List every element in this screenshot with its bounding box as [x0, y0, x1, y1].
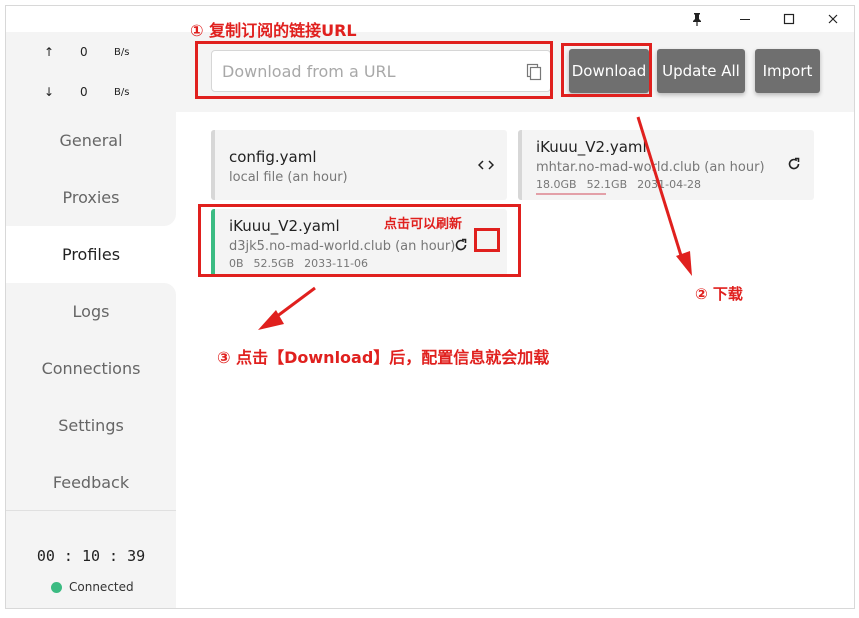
- annotation-box-download: [561, 43, 652, 97]
- sidebar-item-profiles[interactable]: Profiles: [6, 226, 176, 283]
- minimize-icon[interactable]: [727, 6, 763, 32]
- maximize-icon[interactable]: [771, 6, 807, 32]
- profile-total: 52.1GB: [586, 178, 628, 191]
- connection-label: Connected: [69, 580, 134, 594]
- card-indicator: [211, 130, 215, 200]
- download-arrow-icon: ↓: [44, 85, 55, 99]
- profile-meta: 18.0GB 52.1GB 2031-04-28: [536, 178, 701, 191]
- annotation-box-profile: [198, 204, 521, 277]
- sidebar-divider: [6, 510, 176, 511]
- refresh-icon[interactable]: [784, 154, 804, 174]
- upload-value: 0: [80, 45, 88, 59]
- pin-icon[interactable]: [679, 6, 715, 32]
- code-icon[interactable]: [476, 155, 496, 175]
- profile-name: iKuuu_V2.yaml: [536, 138, 647, 156]
- profile-subtitle: mhtar.no-mad-world.club (an hour): [536, 160, 765, 175]
- profile-used: 18.0GB: [536, 178, 577, 191]
- close-icon[interactable]: [815, 6, 851, 32]
- upload-speed: ↑ 0 B/s: [44, 45, 129, 59]
- download-unit: B/s: [114, 86, 130, 98]
- annotation-refresh-hint: 点击可以刷新: [384, 217, 463, 232]
- annotation-box-refresh: [474, 228, 500, 252]
- sidebar: ↑ 0 B/s ↓ 0 B/s General Proxies Profiles…: [6, 32, 176, 608]
- card-indicator: [518, 130, 522, 200]
- download-speed: ↓ 0 B/s: [44, 85, 129, 99]
- sidebar-item-proxies[interactable]: Proxies: [6, 169, 176, 226]
- uptime-timer: 00 : 10 : 39: [36, 547, 146, 565]
- profile-subtitle: local file (an hour): [229, 170, 348, 185]
- annotation-step1: ① 复制订阅的链接URL: [190, 21, 357, 40]
- update-all-button[interactable]: Update All: [657, 49, 745, 93]
- status-dot-icon: [51, 581, 62, 593]
- annotation-step2: ② 下载: [695, 285, 743, 303]
- profile-card-ikuuu-1[interactable]: iKuuu_V2.yaml mhtar.no-mad-world.club (a…: [518, 130, 814, 200]
- profile-expire: 2031-04-28: [637, 178, 702, 191]
- annotation-step3: ③ 点击【Download】后，配置信息就会加载: [217, 348, 550, 367]
- upload-arrow-icon: ↑: [44, 45, 55, 59]
- download-value: 0: [80, 85, 88, 99]
- sidebar-nav: General Proxies Profiles Logs Connection…: [6, 112, 176, 511]
- profile-card-config[interactable]: config.yaml local file (an hour): [211, 130, 507, 200]
- sidebar-item-settings[interactable]: Settings: [6, 397, 176, 454]
- sidebar-item-logs[interactable]: Logs: [6, 283, 176, 340]
- import-button[interactable]: Import: [755, 49, 820, 93]
- profile-name: config.yaml: [229, 148, 317, 166]
- main-panel: Download Update All Import config.yaml l…: [176, 32, 854, 608]
- sidebar-item-connections[interactable]: Connections: [6, 340, 176, 397]
- connection-status: Connected: [51, 580, 134, 594]
- sidebar-item-general[interactable]: General: [6, 112, 176, 169]
- traffic-speed: ↑ 0 B/s ↓ 0 B/s: [6, 32, 176, 112]
- upload-unit: B/s: [114, 46, 130, 58]
- annotation-box-url: [195, 41, 553, 99]
- usage-bar: [536, 193, 606, 195]
- sidebar-item-feedback[interactable]: Feedback: [6, 454, 176, 511]
